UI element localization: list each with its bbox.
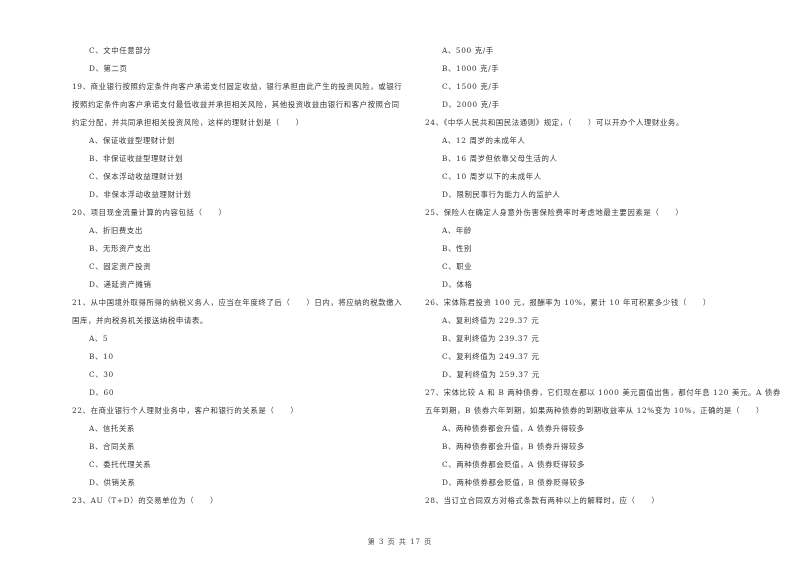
answer-option: A、两种债券都会升值，A 债券升得较多 [442, 424, 585, 433]
question-stem-continued: 五年到期，B 债券六年到期，如果两种债券的到期收益率从 12%变为 10%，正确… [425, 406, 764, 415]
page-footer: 第 3 页 共 17 页 [367, 538, 433, 546]
answer-option: C、固定资产投资 [89, 262, 152, 271]
answer-option: B、1000 克/手 [442, 64, 500, 73]
answer-option: D、递延资产摊销 [89, 280, 152, 289]
answer-option: A、500 克/手 [442, 46, 494, 55]
answer-option: C、10 周岁以下的未成年人 [442, 172, 542, 181]
answer-option: D、第二页 [89, 64, 128, 73]
answer-option: B、性别 [442, 244, 473, 253]
question-stem: 21、从中国境外取得所得的纳税义务人，应当在年度终了后（ ）日内，将应纳的税款缴… [72, 298, 403, 307]
question-stem: 20、项目现金流量计算的内容包括（ ） [72, 208, 227, 217]
answer-option: D、非保本浮动收益理财计划 [89, 190, 192, 199]
question-stem-continued: 约定分配，并共同承担相关投资风险，这样的理财计划是（ ） [72, 118, 304, 127]
answer-option: A、保证收益型理财计划 [89, 136, 175, 145]
answer-option: A、复利终值为 229.37 元 [442, 316, 540, 325]
answer-option: C、复利终值为 249.37 元 [442, 352, 540, 361]
answer-option: D、体格 [442, 280, 473, 289]
answer-option: C、委托代理关系 [89, 460, 152, 469]
answer-option: C、1500 克/手 [442, 82, 500, 91]
question-stem: 24、《中华人民共和国民法通则》规定，（ ）可以开办个人理财业务。 [425, 118, 684, 127]
question-stem-continued: 国库，并向税务机关报送纳税申请表。 [72, 316, 208, 325]
answer-option: B、非保证收益型理财计划 [89, 154, 183, 163]
question-stem: 25、保险人在确定人身意外伤害保险费率时考虑地最主要因素是（ ） [425, 208, 684, 217]
answer-option: C、两种债券都会贬值，A 债券贬得较多 [442, 460, 585, 469]
answer-option: B、合同关系 [89, 442, 135, 451]
answer-option: B、16 周岁但依靠父母生活的人 [442, 154, 558, 163]
answer-option: D、限制民事行为能力人的监护人 [442, 190, 561, 199]
answer-option: B、10 [89, 352, 114, 361]
question-stem: 28、当订立合同双方对格式条款有两种以上的解释时，应（ ） [425, 496, 660, 505]
answer-option: D、复利终值为 259.37 元 [442, 370, 540, 379]
question-stem: 22、在商业银行个人理财业务中，客户和银行的关系是（ ） [72, 406, 299, 415]
answer-option: A、折旧费支出 [89, 226, 143, 235]
answer-option: A、年龄 [442, 226, 472, 235]
answer-option: B、复利终值为 239.37 元 [442, 334, 540, 343]
question-stem: 27、宋体比较 A 和 B 两种债券，它们现在都以 1000 美元面值出售，都付… [425, 388, 781, 397]
answer-option: C、职业 [442, 262, 473, 271]
answer-option: D、两种债券都会贬值，B 债券贬得较多 [442, 478, 586, 487]
question-stem: 23、AU（T+D）的交易单位为（ ） [72, 496, 219, 505]
answer-option: A、12 周岁的未成年人 [442, 136, 526, 145]
answer-option: D、2000 克/手 [442, 100, 500, 109]
answer-option: C、文中任意部分 [89, 46, 152, 55]
answer-option: A、5 [89, 334, 109, 343]
answer-option: A、信托关系 [89, 424, 135, 433]
question-stem: 19、商业银行按照约定条件向客户承诺支付固定收益，银行承担由此产生的投资风险，或… [72, 82, 403, 91]
answer-option: B、无形资产支出 [89, 244, 151, 253]
answer-option: D、60 [89, 388, 115, 397]
answer-option: D、供销关系 [89, 478, 136, 487]
answer-option: B、两种债券都会升值，B 债券升得较多 [442, 442, 585, 451]
question-stem-continued: 按照约定条件向客户承诺支付最低收益并承担相关风险，其他投资收益由银行和客户按照合… [72, 100, 400, 109]
answer-option: C、30 [89, 370, 114, 379]
question-stem: 26、宋体陈君投资 100 元，报酬率为 10%，累计 10 年可积累多少钱（ … [425, 298, 711, 307]
answer-option: C、保本浮动收益理财计划 [89, 172, 184, 181]
